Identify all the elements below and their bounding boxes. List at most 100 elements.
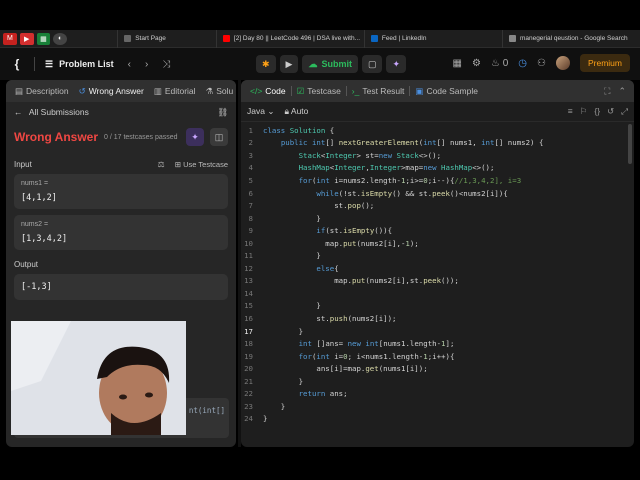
tab-label: Feed | LinkedIn — [381, 35, 427, 42]
code-line[interactable]: 13 map.put(nums2[i],st.peek()); — [241, 275, 634, 288]
line-text: } — [263, 301, 321, 311]
braces-icon[interactable]: {} — [594, 106, 600, 117]
extension-icon[interactable]: ◐ — [53, 32, 68, 45]
add-user-icon[interactable]: ⚇ — [537, 58, 546, 69]
timer-icon[interactable]: ◷ — [518, 58, 527, 69]
sheets-icon[interactable]: ▦ — [36, 32, 51, 45]
code-line[interactable]: 10 map.put(nums2[i],-1); — [241, 237, 634, 250]
format-icon[interactable]: ≡ — [568, 106, 573, 117]
line-number: 19 — [244, 351, 253, 361]
tab-testcase[interactable]: ☑ Testcase — [292, 86, 346, 97]
code-line[interactable]: 14 — [241, 287, 634, 300]
layout-grid-icon[interactable]: ▦ — [453, 58, 462, 69]
problem-list-link[interactable]: ☰ Problem List — [45, 59, 114, 70]
split-view-button[interactable]: ◫ — [210, 128, 228, 146]
code-line[interactable]: 24} — [241, 413, 634, 426]
youtube-icon[interactable]: ▶ — [19, 32, 34, 45]
reset-icon[interactable]: ↺ — [607, 106, 614, 117]
run-button[interactable]: ▶ — [279, 55, 299, 73]
all-submissions-link[interactable]: ← All Submissions — [14, 107, 89, 117]
gmail-icon[interactable]: M — [3, 32, 17, 45]
next-problem-icon[interactable]: › — [145, 59, 148, 70]
code-line[interactable]: 5 for(int i=nums2.length-1;i>=0;i--){//1… — [241, 174, 634, 187]
chevron-down-icon: ⌄ — [267, 106, 275, 116]
code-line[interactable]: 11 } — [241, 249, 634, 262]
browser-tab[interactable]: Start Page — [117, 29, 216, 48]
all-submissions-row[interactable]: ← All Submissions ⛓ — [6, 102, 236, 122]
notes-button[interactable]: ▢ — [361, 55, 383, 73]
ai-analyze-button[interactable]: ✦ — [186, 128, 204, 146]
tab-editorial[interactable]: ▥ Editorial — [149, 86, 201, 97]
code-line[interactable]: 4 HashMap<Integer,Integer>map=new HashMa… — [241, 162, 634, 175]
avatar[interactable] — [555, 56, 570, 70]
line-number: 17 — [244, 326, 253, 336]
link-icon[interactable]: ⛓ — [217, 107, 228, 118]
code-line[interactable]: 7 st.pop(); — [241, 199, 634, 212]
code-line[interactable]: 12 else{ — [241, 262, 634, 275]
code-line[interactable]: 8 } — [241, 212, 634, 225]
tab-wrong-answer[interactable]: ↺ Wrong Answer — [74, 86, 149, 97]
line-number: 5 — [248, 175, 253, 185]
line-text: } — [263, 414, 268, 424]
code-line[interactable]: 23 } — [241, 400, 634, 413]
collapse-icon[interactable]: ⌃ — [618, 86, 626, 97]
shuffle-icon[interactable]: ⤨ — [162, 59, 170, 70]
line-text: else{ — [316, 263, 339, 273]
line-number: 9 — [248, 226, 253, 236]
result-header: Wrong Answer 0 / 17 testcases passed ✦ ◫ — [6, 122, 236, 152]
code-line[interactable]: 6 while(!st.isEmpty() && st.peek()<nums2… — [241, 187, 634, 200]
streak-counter[interactable]: ♨ 0 — [491, 58, 508, 69]
problem-list-label: Problem List — [59, 59, 114, 69]
browser-tab[interactable]: manegerial qeustion - Google Search — [501, 29, 640, 48]
tab-label: manegerial qeustion - Google Search — [519, 35, 628, 42]
compare-icon[interactable]: ⚖ — [158, 160, 165, 169]
bookmark-icon[interactable]: ⚐ — [580, 106, 588, 117]
editor-tabs: </> Code ☑ Testcase ›_ Test Result ▣ Cod… — [241, 80, 634, 102]
tab-test-result[interactable]: ›_ Test Result — [347, 86, 410, 96]
use-testcase-button[interactable]: ⊞ Use Testcase — [175, 160, 228, 169]
tab-label: Start Page — [135, 35, 166, 42]
webcam-overlay — [11, 321, 186, 435]
tab-favicon-icon — [124, 35, 132, 42]
code-line[interactable]: 18 int []ans= new int[nums1.length-1]; — [241, 337, 634, 350]
premium-button[interactable]: Premium — [579, 54, 630, 72]
tab-description[interactable]: ▤ Description — [10, 86, 74, 97]
submit-button[interactable]: ☁ Submit — [302, 55, 358, 73]
scrollbar[interactable] — [628, 124, 632, 164]
code-line[interactable]: 19 for(int i=0; i<nums1.length-1;i++){ — [241, 350, 634, 363]
code-line[interactable]: 17 } — [241, 325, 634, 338]
auto-mode[interactable]: 🔒︎ Auto — [284, 106, 308, 117]
code-line[interactable]: 9 if(st.isEmpty()){ — [241, 224, 634, 237]
fullscreen-icon[interactable]: ⤢ — [621, 106, 628, 117]
flask-icon: ⚗ — [205, 85, 214, 96]
debug-button[interactable]: ✱ — [256, 55, 276, 73]
code-line[interactable]: 15 } — [241, 300, 634, 313]
code-line[interactable]: 21 } — [241, 375, 634, 388]
tab-label: Testcase — [307, 86, 341, 96]
settings-icon[interactable]: ⚙ — [472, 58, 481, 69]
code-line[interactable]: 22 return ans; — [241, 387, 634, 400]
code-line[interactable]: 16 st.push(nums2[i]); — [241, 312, 634, 325]
maximize-icon[interactable]: ⛶ — [604, 86, 610, 97]
line-text: } — [263, 251, 321, 261]
line-number: 4 — [248, 163, 253, 173]
output-value: [-1,3] — [21, 282, 52, 292]
code-editor-panel: </> Code ☑ Testcase ›_ Test Result ▣ Cod… — [241, 80, 634, 447]
language-select[interactable]: Java ⌄ — [247, 106, 274, 117]
line-number: 20 — [244, 364, 253, 374]
tab-solutions[interactable]: ⚗ Solu — [201, 86, 236, 97]
tab-code[interactable]: </> Code — [245, 86, 291, 96]
leetcode-logo-icon[interactable]: { — [10, 57, 24, 71]
code-line[interactable]: 2 public int[] nextGreaterElement(int[] … — [241, 137, 634, 150]
ai-button[interactable]: ✦ — [386, 55, 407, 73]
tab-code-sample[interactable]: ▣ Code Sample — [410, 86, 483, 97]
code-line[interactable]: 3 Stack<Integer> st=new Stack<>(); — [241, 149, 634, 162]
prev-problem-icon[interactable]: ‹ — [128, 59, 131, 70]
code-line[interactable]: 20 ans[i]=map.get(nums1[i]); — [241, 362, 634, 375]
output-field: [-1,3] — [14, 274, 228, 300]
browser-tab[interactable]: Feed | LinkedIn — [363, 29, 502, 48]
line-text: HashMap<Integer,Integer>map=new HashMap<… — [298, 163, 495, 173]
code-area[interactable]: 1 class Solution {2 public int[] nextGrea… — [241, 124, 634, 425]
browser-tab[interactable]: [2] Day 80 || LeetCode 496 | DSA live wi… — [215, 29, 364, 48]
code-line[interactable]: 1 class Solution { — [241, 124, 634, 137]
